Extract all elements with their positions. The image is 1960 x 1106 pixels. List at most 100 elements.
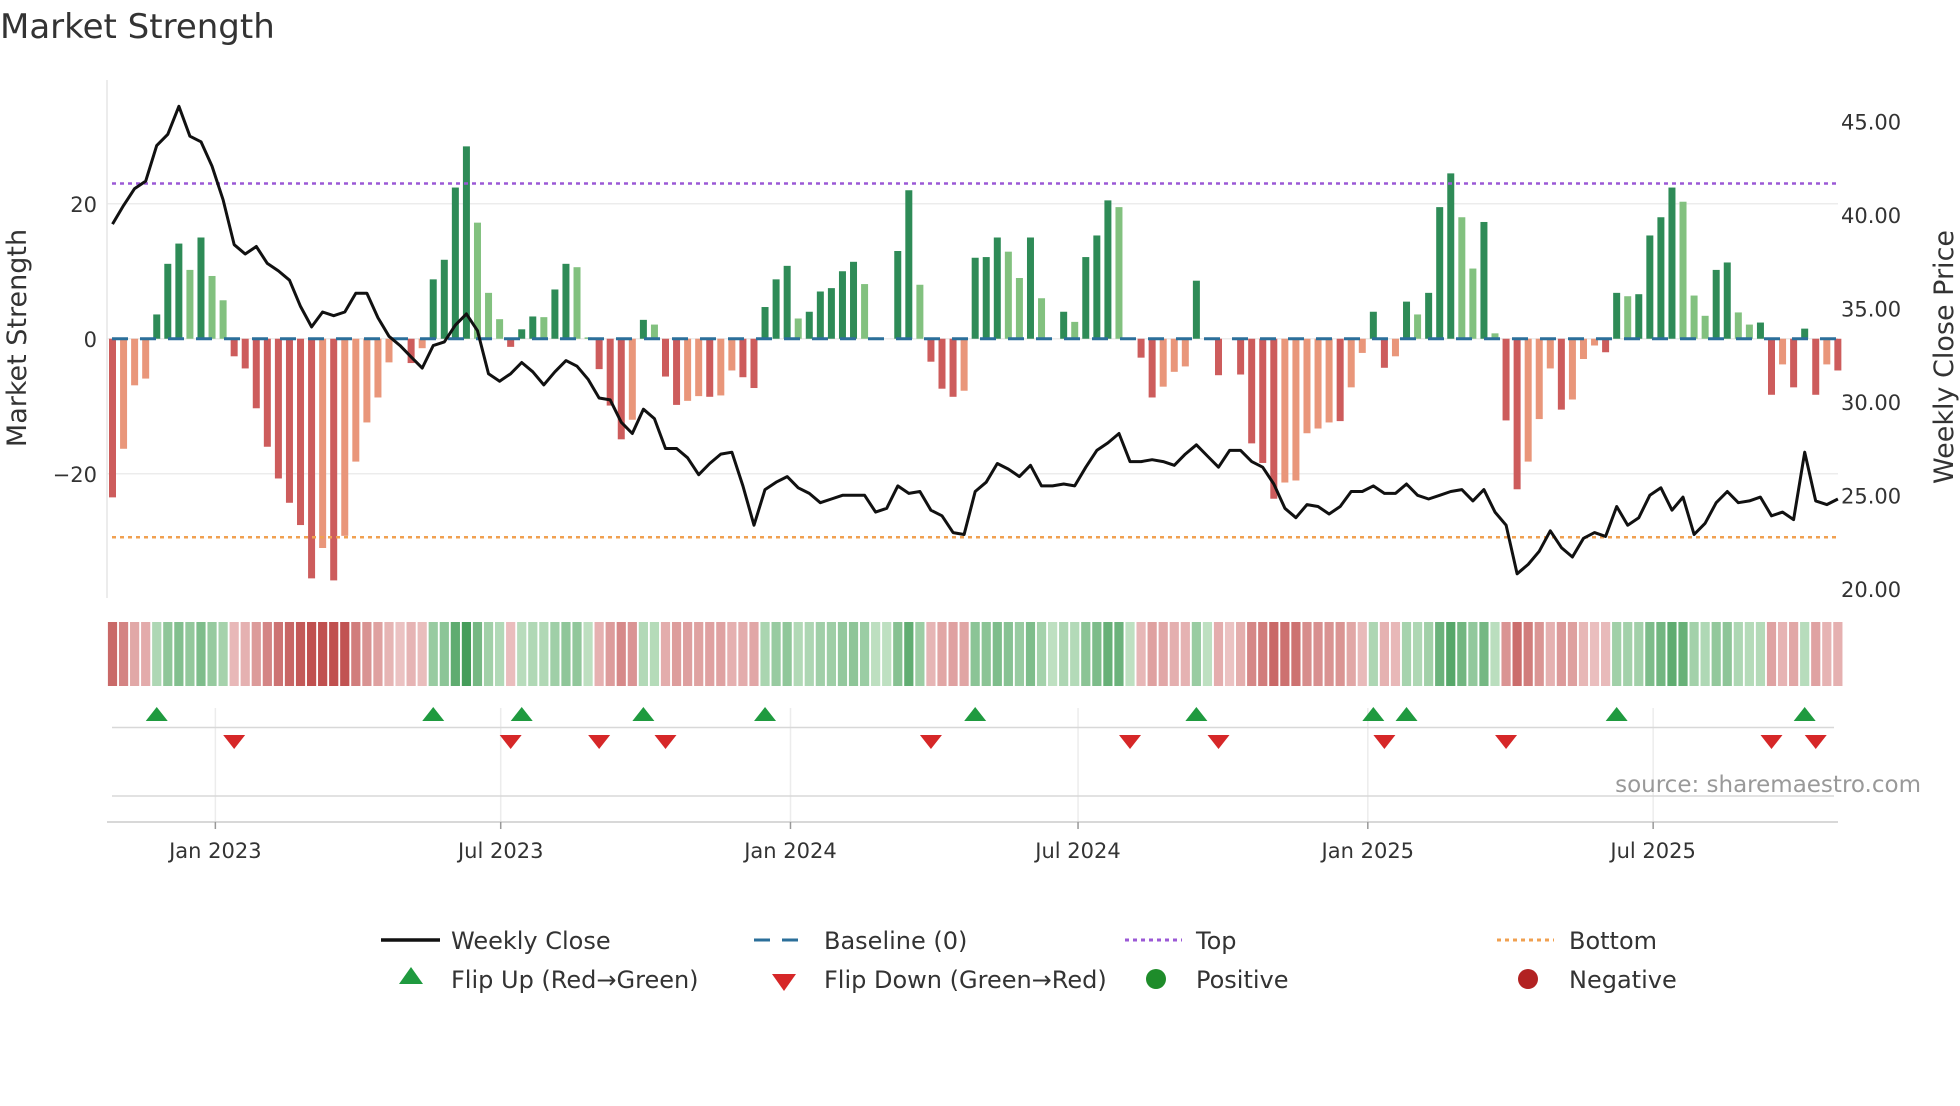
heat-strip-cell <box>428 622 438 686</box>
heat-strip-cell <box>1169 622 1179 686</box>
heat-strip-cell <box>1645 622 1655 686</box>
source-label: source: sharemaestro.com <box>1615 772 1921 798</box>
y2-tick-label: 30.00 <box>1841 391 1901 415</box>
strength-bar <box>1281 338 1289 483</box>
strength-bar <box>319 338 327 548</box>
heat-strip-cell <box>1357 622 1367 686</box>
strength-bar <box>308 338 316 579</box>
strength-bar <box>816 291 824 339</box>
strength-bar <box>673 338 681 405</box>
positive-dot-icon <box>1146 969 1166 989</box>
strength-bar <box>595 338 603 370</box>
heat-strip-cell <box>384 622 394 686</box>
heat-strip-cell <box>395 622 405 686</box>
strength-bar <box>1602 338 1610 353</box>
heat-strip-cell <box>1523 622 1533 686</box>
flip-up-marker <box>1185 707 1208 721</box>
strength-bar <box>1734 312 1742 339</box>
heat-strip-cell <box>1390 622 1401 686</box>
heat-strip-cell <box>1490 622 1500 686</box>
strength-bar <box>1447 173 1455 339</box>
heat-strip-cell <box>948 622 958 686</box>
heat-strip-cell <box>528 622 538 686</box>
strength-bar <box>1690 295 1698 339</box>
heat-strip-cell <box>1147 622 1157 686</box>
heat-strip-cell <box>1059 622 1069 686</box>
flip-down-marker <box>1373 735 1396 749</box>
heat-strip-cell <box>660 622 671 686</box>
strength-bar <box>540 317 548 339</box>
flip-up-marker <box>1395 707 1418 721</box>
strength-bar <box>164 263 172 339</box>
heat-strip-cell <box>1424 622 1434 686</box>
strength-bar <box>1546 338 1554 369</box>
heat-strip-cell <box>1114 622 1124 686</box>
heat-strip-cell <box>1202 622 1213 686</box>
heat-strip-cell <box>1678 622 1688 686</box>
strength-bar <box>1812 338 1820 395</box>
strength-bar <box>1060 311 1068 339</box>
flip-up-marker <box>632 707 655 721</box>
strength-bar <box>153 314 161 339</box>
flip-down-marker <box>1495 735 1518 749</box>
heat-strip-cell <box>1025 622 1036 686</box>
heat-strip-cell <box>207 622 217 686</box>
strength-bar <box>1192 280 1200 339</box>
legend-negative: Negative <box>1569 966 1677 994</box>
legend-baseline: Baseline (0) <box>824 927 967 955</box>
strength-bar <box>850 261 858 339</box>
strength-bar <box>927 338 935 362</box>
x-tick-label: Jan 2024 <box>742 839 837 863</box>
heat-strip-cell <box>118 622 129 686</box>
strength-bar <box>1093 235 1101 339</box>
strength-bar <box>1657 217 1665 339</box>
strength-bar <box>993 237 1001 339</box>
heat-strip-cell <box>1656 622 1666 686</box>
heat-strip-cell <box>517 622 527 686</box>
heat-strip-cell <box>859 622 870 686</box>
heat-strip-cell <box>1811 622 1821 686</box>
strength-bar <box>1524 338 1532 462</box>
strength-bar <box>761 307 769 339</box>
flip-down-marker <box>654 735 677 749</box>
heat-strip-cell <box>1412 622 1423 686</box>
strength-bar <box>1502 338 1510 421</box>
strength-bar <box>1259 338 1267 463</box>
heat-strip-cell <box>1103 622 1113 686</box>
strength-bar <box>1292 338 1300 481</box>
heat-strip-cell <box>1092 622 1102 686</box>
heat-strip-cell <box>1822 622 1832 686</box>
heat-strip-cell <box>771 622 781 686</box>
strength-bar <box>971 257 979 339</box>
flip-up-marker <box>1605 707 1628 721</box>
heat-strip-cell <box>1335 622 1345 686</box>
heat-strip-cell <box>992 622 1002 686</box>
strength-bar <box>1148 338 1156 398</box>
heat-strip-cell <box>174 622 184 686</box>
y-tick-label: 20 <box>70 193 97 217</box>
strength-bar <box>1159 338 1167 387</box>
strength-bar <box>662 338 669 377</box>
heat-strip-cell <box>329 622 339 686</box>
heat-strip-cell <box>848 622 859 686</box>
heat-strip-cell <box>506 622 516 686</box>
strength-bar <box>230 338 238 357</box>
strength-bar <box>1779 338 1787 365</box>
heat-strip-cell <box>1180 622 1190 686</box>
heat-strip-cell <box>1789 622 1799 686</box>
heat-strip-cell <box>351 622 361 686</box>
heat-strip-cell <box>495 622 505 686</box>
strength-bar <box>1823 338 1831 365</box>
heat-strip-cell <box>1689 622 1699 686</box>
strength-bar <box>1015 278 1023 339</box>
y2-tick-label: 20.00 <box>1841 578 1901 602</box>
strength-bar <box>1668 187 1676 339</box>
heat-strip-cell <box>594 622 604 686</box>
legend-flip-up: Flip Up (Red→Green) <box>451 966 699 994</box>
strength-bar <box>429 279 437 339</box>
heat-strip-cell <box>152 622 162 686</box>
heat-strip-cell <box>1280 622 1290 686</box>
heat-strip-cell <box>705 622 715 686</box>
strength-bar <box>1701 315 1709 339</box>
strength-bar <box>241 338 249 369</box>
